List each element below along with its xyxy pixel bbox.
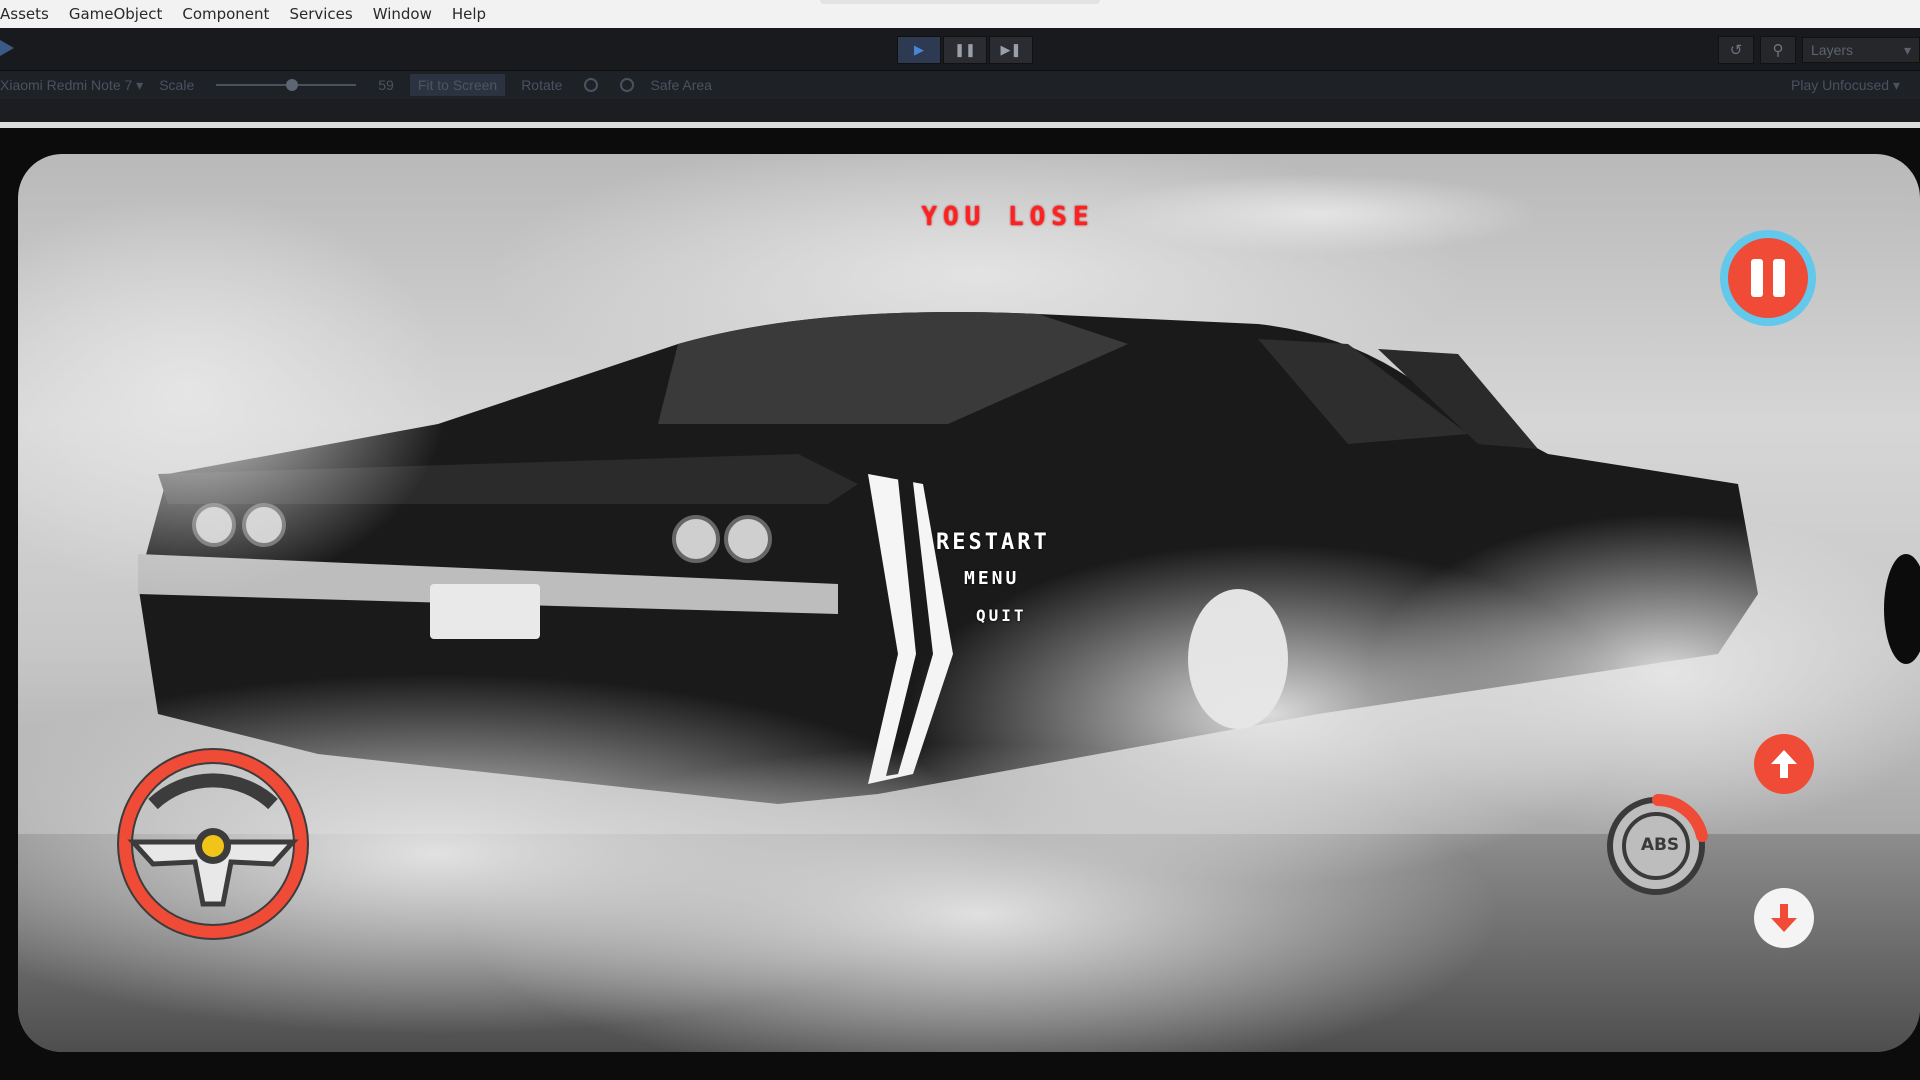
steering-wheel-control[interactable]	[113, 744, 313, 944]
scale-slider-knob[interactable]	[286, 79, 299, 91]
play-mode-label: Play Unfocused	[1791, 76, 1890, 93]
editor-toolbar: ▶ ❚❚ ▶❚ ↺ ⚲ Layers ▾	[0, 28, 1920, 71]
arrow-down-icon	[1771, 904, 1797, 932]
game-over-title: YOU LOSE	[921, 202, 1095, 232]
menu-bar: Assets GameObject Component Services Win…	[0, 0, 1920, 29]
step-button[interactable]: ▶❚	[989, 36, 1033, 64]
abs-label: ABS	[1640, 835, 1680, 855]
menu-gameobject[interactable]: GameObject	[69, 5, 163, 23]
chevron-down-icon: ▾	[136, 76, 144, 93]
play-controls: ▶ ❚❚ ▶❚	[897, 36, 1033, 64]
menu-services[interactable]: Services	[289, 5, 352, 23]
menu-window[interactable]: Window	[373, 5, 432, 23]
scale-value: 59	[378, 77, 394, 93]
pause-icon	[1728, 238, 1808, 318]
game-view-bar: Xiaomi Redmi Note 7 ▾ Scale 59 Fit to Sc…	[0, 71, 1920, 99]
device-frame: YOU LOSE RESTART MENU QUIT ABS	[0, 128, 1920, 1080]
history-icon: ↺	[1729, 42, 1743, 59]
menu-help[interactable]: Help	[452, 5, 486, 23]
collapse-arrow-icon[interactable]	[0, 40, 14, 56]
menu-component[interactable]: Component	[182, 5, 269, 23]
step-icon: ▶❚	[1000, 42, 1022, 57]
rotate-right-icon[interactable]	[620, 78, 635, 92]
screen-notch	[1884, 554, 1920, 664]
play-mode-dropdown[interactable]: Play Unfocused ▾	[1791, 77, 1900, 94]
pause-button[interactable]	[1720, 230, 1816, 326]
scale-slider[interactable]	[216, 79, 357, 91]
game-screen: YOU LOSE RESTART MENU QUIT ABS	[18, 154, 1920, 1052]
device-label: Xiaomi Redmi Note 7	[0, 76, 133, 93]
rotate-left-icon[interactable]	[584, 78, 599, 92]
play-icon: ▶	[914, 42, 924, 57]
search-icon: ⚲	[1772, 42, 1784, 59]
fit-to-screen-toggle[interactable]: Fit to Screen	[409, 74, 506, 96]
pause-icon: ❚❚	[954, 42, 976, 57]
quit-button[interactable]: QUIT	[976, 606, 1027, 625]
scale-label: Scale	[159, 77, 195, 93]
window-title-strip	[820, 0, 1100, 4]
toolbar-right: ↺ ⚲ Layers ▾	[1718, 36, 1920, 64]
layers-label: Layers	[1811, 42, 1854, 58]
play-button[interactable]: ▶	[897, 36, 941, 64]
pause-editor-button[interactable]: ❚❚	[943, 36, 987, 64]
chevron-down-icon: ▾	[1903, 41, 1911, 58]
menu-assets[interactable]: Assets	[0, 5, 49, 23]
restart-button[interactable]: RESTART	[936, 530, 1050, 555]
safe-area-toggle[interactable]: Safe Area	[650, 77, 712, 93]
layers-dropdown[interactable]: Layers ▾	[1802, 37, 1920, 63]
arrow-up-icon	[1771, 750, 1797, 778]
device-dropdown[interactable]: Xiaomi Redmi Note 7 ▾	[0, 77, 143, 94]
rotate-label: Rotate	[521, 77, 563, 93]
menu-button[interactable]: MENU	[964, 568, 1019, 589]
chevron-down-icon: ▾	[1892, 76, 1900, 93]
search-button[interactable]: ⚲	[1760, 36, 1796, 64]
history-button[interactable]: ↺	[1718, 36, 1754, 64]
accelerate-button[interactable]	[1754, 734, 1814, 794]
brake-button[interactable]	[1754, 888, 1814, 948]
